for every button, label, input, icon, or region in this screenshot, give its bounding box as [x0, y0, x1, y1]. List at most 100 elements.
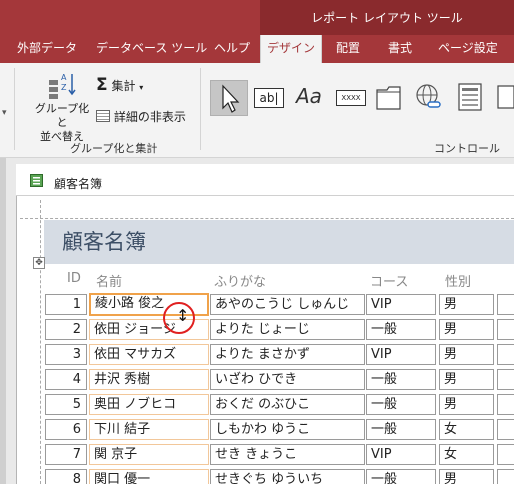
totals-button[interactable]: Σ 集計 ▾ — [96, 75, 143, 95]
select-control[interactable] — [210, 80, 248, 116]
cell-gender[interactable]: 男 — [439, 319, 494, 340]
cell-id[interactable]: 6 — [45, 419, 87, 440]
cell-id[interactable]: 8 — [45, 469, 87, 484]
column-header-name[interactable]: 名前 — [96, 271, 122, 290]
cell-name[interactable]: 奥田 ノブヒコ — [89, 394, 209, 415]
group-sort-icon: A Z — [49, 73, 76, 99]
navigation-control[interactable] — [456, 80, 486, 116]
cell-name[interactable]: 井沢 秀樹 — [89, 369, 209, 390]
cell-course[interactable]: 一般 — [366, 419, 436, 440]
tab-format[interactable]: 書式 — [388, 35, 412, 63]
group-label-grouping: グループ化と集計 — [70, 142, 158, 155]
cell-extra[interactable] — [497, 419, 514, 440]
cell-extra[interactable] — [497, 369, 514, 390]
layout-guide-horizontal — [20, 218, 514, 219]
report-icon — [30, 174, 43, 187]
scroll-left-icon[interactable]: ▾ — [2, 108, 7, 118]
layout-guide-vertical — [40, 200, 41, 484]
cell-gender[interactable]: 女 — [439, 419, 494, 440]
cell-extra[interactable] — [497, 319, 514, 340]
document-tab-label[interactable]: 顧客名簿 — [54, 175, 102, 192]
layout-move-handle-icon[interactable]: ✥ — [33, 257, 45, 269]
group-separator — [200, 68, 201, 150]
resize-vertical-cursor-icon: ↕ — [176, 306, 190, 325]
hide-details-label: 詳細の非表示 — [113, 110, 186, 124]
cell-kana[interactable]: しもかわ ゆうこ — [210, 419, 365, 440]
group-sort-button[interactable]: A Z グループ化と 並べ替え — [30, 70, 94, 143]
cell-kana[interactable]: よりた まさかず — [210, 344, 365, 365]
cell-id[interactable]: 1 — [45, 294, 87, 315]
button-icon: XXXX — [336, 90, 366, 106]
tab-database-tools[interactable]: データベース ツール — [96, 35, 207, 63]
cell-gender[interactable]: 男 — [439, 394, 494, 415]
cell-gender[interactable]: 女 — [439, 444, 494, 465]
navigation-pane-edge[interactable] — [0, 158, 6, 484]
cell-kana[interactable]: よりた じょーじ — [210, 319, 365, 340]
ribbon-tab-bar — [0, 35, 514, 63]
cell-id[interactable]: 7 — [45, 444, 87, 465]
cell-kana[interactable]: せき きょうこ — [210, 444, 365, 465]
tab-help[interactable]: ヘルプ — [214, 35, 250, 63]
cell-extra[interactable] — [497, 394, 514, 415]
hide-details-icon — [96, 110, 110, 122]
report-title[interactable]: 顧客名簿 — [62, 226, 146, 256]
cell-id[interactable]: 3 — [45, 344, 87, 365]
hyperlink-control[interactable] — [414, 80, 444, 116]
tab-control-icon — [376, 86, 401, 110]
cell-course[interactable]: VIP — [366, 294, 436, 315]
group-sort-label-line1: グループ化と — [34, 102, 90, 129]
column-header-gender[interactable]: 性別 — [445, 271, 471, 290]
cell-gender[interactable]: 男 — [439, 344, 494, 365]
column-header-id[interactable]: ID — [67, 271, 81, 286]
cell-course[interactable]: VIP — [366, 444, 436, 465]
cell-extra[interactable] — [497, 469, 514, 484]
cell-gender[interactable]: 男 — [439, 294, 494, 315]
totals-label: 集計 — [111, 79, 136, 93]
cell-kana[interactable]: おくだ のぶひこ — [210, 394, 365, 415]
select-arrow-icon — [222, 84, 240, 113]
cell-course[interactable]: VIP — [366, 344, 436, 365]
cell-kana[interactable]: せきぐち ゆういち — [210, 469, 365, 484]
cell-kana[interactable]: あやのこうじ しゅんじ — [210, 294, 365, 315]
cell-extra[interactable] — [497, 344, 514, 365]
tab-control[interactable] — [374, 80, 408, 116]
tab-external-data[interactable]: 外部データ — [17, 35, 77, 63]
tab-design[interactable]: デザイン — [260, 35, 322, 63]
cell-kana[interactable]: いざわ ひでき — [210, 369, 365, 390]
more-controls-icon — [497, 85, 514, 109]
hide-details-button[interactable]: 詳細の非表示 — [96, 108, 186, 125]
textbox-icon: ab| — [254, 88, 284, 108]
tab-page-setup[interactable]: ページ設定 — [438, 35, 498, 63]
column-header-course[interactable]: コース — [370, 271, 408, 290]
cell-id[interactable]: 5 — [45, 394, 87, 415]
label-control[interactable]: Aa — [296, 80, 330, 116]
context-tools-title: レポート レイアウト ツール — [311, 11, 463, 25]
group-separator — [14, 68, 15, 150]
cell-name[interactable]: 依田 マサカズ — [89, 344, 209, 365]
cell-name[interactable]: 関 京子 — [89, 444, 209, 465]
tab-arrange[interactable]: 配置 — [336, 35, 360, 63]
textbox-control[interactable]: ab| — [254, 80, 288, 116]
cell-gender[interactable]: 男 — [439, 369, 494, 390]
navigation-control-icon — [458, 83, 482, 111]
cell-course[interactable]: 一般 — [366, 394, 436, 415]
cell-id[interactable]: 2 — [45, 319, 87, 340]
cell-name[interactable]: 関口 優一 — [89, 469, 209, 484]
cell-course[interactable]: 一般 — [366, 469, 436, 484]
cell-course[interactable]: 一般 — [366, 369, 436, 390]
more-controls[interactable] — [494, 80, 514, 116]
cell-extra[interactable] — [497, 444, 514, 465]
svg-text:Z: Z — [61, 83, 67, 92]
label-icon: Aa — [296, 84, 322, 108]
cell-extra[interactable] — [497, 294, 514, 315]
cell-course[interactable]: 一般 — [366, 319, 436, 340]
cell-gender[interactable]: 男 — [439, 469, 494, 484]
group-label-controls: コントロール — [434, 142, 500, 155]
cell-name[interactable]: 下川 結子 — [89, 419, 209, 440]
svg-text:A: A — [61, 73, 67, 82]
button-control[interactable]: XXXX — [336, 80, 368, 116]
column-header-kana[interactable]: ふりがな — [214, 271, 266, 290]
hyperlink-icon — [416, 84, 441, 108]
sigma-icon: Σ — [96, 75, 108, 95]
cell-id[interactable]: 4 — [45, 369, 87, 390]
